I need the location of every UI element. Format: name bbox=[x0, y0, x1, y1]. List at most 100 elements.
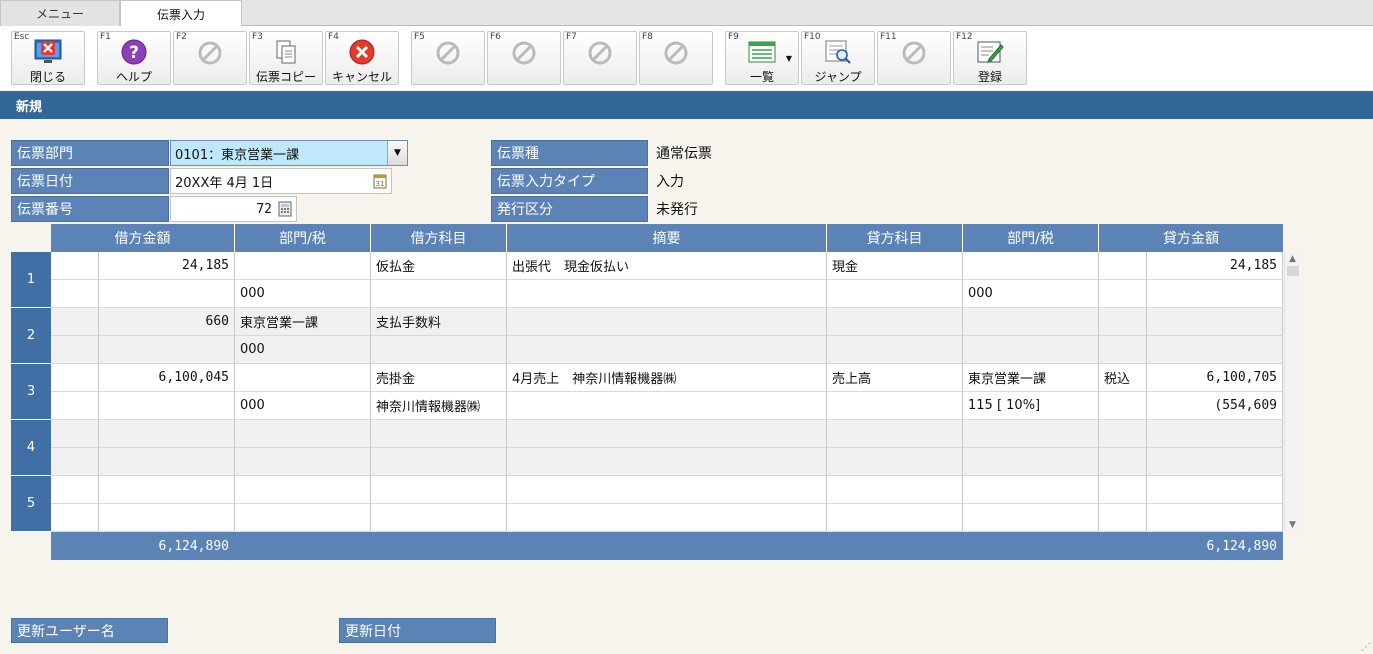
grid-cell-dr-acct[interactable] bbox=[371, 280, 507, 308]
grid-cell-dr-dept[interactable] bbox=[235, 476, 371, 504]
grid-cell-debit-sub[interactable] bbox=[51, 336, 99, 364]
row-number[interactable]: 3 bbox=[11, 364, 51, 420]
calendar-icon[interactable]: 31 bbox=[373, 173, 387, 189]
grid-cell-cr-dept[interactable] bbox=[963, 476, 1099, 504]
grid-cell-cr-tax[interactable] bbox=[1099, 420, 1147, 448]
grid-cell-cr-tax[interactable] bbox=[1099, 280, 1147, 308]
grid-cell-debit-sub[interactable] bbox=[51, 308, 99, 336]
number-input[interactable]: 72 bbox=[170, 196, 297, 222]
grid-cell-dr-amt[interactable] bbox=[99, 336, 235, 364]
grid-cell-dr-dept[interactable]: 000 bbox=[235, 336, 371, 364]
grid-cell-cr-dept[interactable]: 000 bbox=[963, 280, 1099, 308]
grid-cell-cr-acct[interactable] bbox=[827, 504, 963, 532]
f11-button[interactable]: F11 bbox=[877, 31, 951, 85]
row-number[interactable]: 1 bbox=[11, 252, 51, 308]
row-number[interactable]: 4 bbox=[11, 420, 51, 476]
grid-cell-dr-acct[interactable]: 仮払金 bbox=[371, 252, 507, 280]
cancel-button[interactable]: F4 キャンセル bbox=[325, 31, 399, 85]
grid-cell-cr-acct[interactable] bbox=[827, 392, 963, 420]
grid-cell-cr-amt[interactable] bbox=[1147, 336, 1283, 364]
grid-cell-cr-dept[interactable] bbox=[963, 336, 1099, 364]
f7-button[interactable]: F7 bbox=[563, 31, 637, 85]
grid-cell-dr-dept[interactable]: 000 bbox=[235, 392, 371, 420]
grid-cell-cr-amt[interactable] bbox=[1147, 448, 1283, 476]
grid-cell-cr-amt[interactable] bbox=[1147, 504, 1283, 532]
grid-cell-cr-acct[interactable] bbox=[827, 336, 963, 364]
grid-cell-dr-amt[interactable]: 660 bbox=[99, 308, 235, 336]
grid-cell-dr-amt[interactable]: 24,185 bbox=[99, 252, 235, 280]
grid-cell-memo[interactable] bbox=[507, 392, 827, 420]
grid-cell-dr-acct[interactable]: 神奈川情報機器㈱ bbox=[371, 392, 507, 420]
grid-cell-cr-tax[interactable] bbox=[1099, 252, 1147, 280]
grid-cell-memo[interactable] bbox=[507, 308, 827, 336]
grid-cell-cr-acct[interactable]: 現金 bbox=[827, 252, 963, 280]
row-number[interactable]: 2 bbox=[11, 308, 51, 364]
grid-cell-cr-dept[interactable]: 東京営業一課 bbox=[963, 364, 1099, 392]
grid-cell-dr-amt[interactable] bbox=[99, 392, 235, 420]
grid-cell-cr-dept[interactable] bbox=[963, 448, 1099, 476]
grid-cell-debit-sub[interactable] bbox=[51, 448, 99, 476]
register-button[interactable]: F12 登録 bbox=[953, 31, 1027, 85]
list-button[interactable]: F9 ▼ 一覧 bbox=[725, 31, 799, 85]
grid-cell-debit-sub[interactable] bbox=[51, 504, 99, 532]
grid-cell-cr-dept[interactable] bbox=[963, 504, 1099, 532]
grid-cell-debit-sub[interactable] bbox=[51, 420, 99, 448]
grid-cell-dr-dept[interactable]: 000 bbox=[235, 280, 371, 308]
grid-cell-dr-dept[interactable] bbox=[235, 504, 371, 532]
grid-cell-debit-sub[interactable] bbox=[51, 280, 99, 308]
calculator-icon[interactable] bbox=[278, 201, 292, 217]
grid-cell-memo[interactable] bbox=[507, 504, 827, 532]
grid-cell-cr-tax[interactable] bbox=[1099, 392, 1147, 420]
dept-select[interactable]: 0101：東京営業一課 ▼ bbox=[170, 140, 408, 166]
grid-cell-cr-tax[interactable] bbox=[1099, 336, 1147, 364]
f2-button[interactable]: F2 bbox=[173, 31, 247, 85]
grid-cell-debit-sub[interactable] bbox=[51, 364, 99, 392]
grid-cell-memo[interactable] bbox=[507, 448, 827, 476]
grid-cell-dr-amt[interactable] bbox=[99, 280, 235, 308]
grid-cell-dr-acct[interactable]: 売掛金 bbox=[371, 364, 507, 392]
grid-cell-cr-tax[interactable] bbox=[1099, 448, 1147, 476]
grid-cell-cr-acct[interactable] bbox=[827, 280, 963, 308]
help-button[interactable]: F1 ? ヘルプ bbox=[97, 31, 171, 85]
grid-cell-cr-amt[interactable]: (554,609 bbox=[1147, 392, 1283, 420]
grid-cell-dr-acct[interactable] bbox=[371, 448, 507, 476]
jump-button[interactable]: F10 ジャンプ bbox=[801, 31, 875, 85]
f6-button[interactable]: F6 bbox=[487, 31, 561, 85]
grid-cell-cr-dept[interactable] bbox=[963, 308, 1099, 336]
grid-cell-cr-dept[interactable] bbox=[963, 420, 1099, 448]
grid-cell-cr-tax[interactable]: 税込 bbox=[1099, 364, 1147, 392]
grid-cell-debit-sub[interactable] bbox=[51, 252, 99, 280]
scroll-thumb[interactable] bbox=[1287, 266, 1299, 276]
grid-cell-dr-acct[interactable] bbox=[371, 420, 507, 448]
grid-cell-cr-tax[interactable] bbox=[1099, 504, 1147, 532]
grid-cell-cr-amt[interactable] bbox=[1147, 280, 1283, 308]
grid-cell-dr-amt[interactable]: 6,100,045 bbox=[99, 364, 235, 392]
grid-cell-dr-amt[interactable] bbox=[99, 448, 235, 476]
grid-cell-memo[interactable] bbox=[507, 336, 827, 364]
grid-cell-memo[interactable] bbox=[507, 476, 827, 504]
grid-cell-dr-acct[interactable] bbox=[371, 504, 507, 532]
f5-button[interactable]: F5 bbox=[411, 31, 485, 85]
grid-cell-dr-amt[interactable] bbox=[99, 476, 235, 504]
chevron-down-icon[interactable]: ▼ bbox=[387, 141, 407, 165]
grid-cell-cr-amt[interactable] bbox=[1147, 420, 1283, 448]
tab-menu[interactable]: メニュー bbox=[0, 0, 120, 26]
grid-cell-dr-dept[interactable] bbox=[235, 252, 371, 280]
grid-scrollbar[interactable]: ▲ ▼ bbox=[1284, 252, 1300, 532]
tab-voucher-entry[interactable]: 伝票入力 bbox=[120, 0, 242, 27]
grid-cell-cr-acct[interactable] bbox=[827, 476, 963, 504]
grid-cell-memo[interactable]: 出張代 現金仮払い bbox=[507, 252, 827, 280]
grid-cell-dr-amt[interactable] bbox=[99, 504, 235, 532]
grid-cell-dr-dept[interactable] bbox=[235, 448, 371, 476]
grid-cell-dr-dept[interactable]: 東京営業一課 bbox=[235, 308, 371, 336]
chevron-up-icon[interactable]: ▲ bbox=[1289, 254, 1296, 264]
row-number[interactable]: 5 bbox=[11, 476, 51, 532]
grid-cell-debit-sub[interactable] bbox=[51, 392, 99, 420]
grid-cell-cr-acct[interactable] bbox=[827, 308, 963, 336]
grid-cell-cr-acct[interactable] bbox=[827, 420, 963, 448]
grid-cell-dr-dept[interactable] bbox=[235, 364, 371, 392]
date-input[interactable]: 20XX年 4月 1日 31 bbox=[170, 168, 392, 194]
grid-cell-cr-amt[interactable]: 6,100,705 bbox=[1147, 364, 1283, 392]
grid-cell-dr-acct[interactable] bbox=[371, 336, 507, 364]
chevron-down-icon[interactable]: ▼ bbox=[1289, 520, 1296, 530]
